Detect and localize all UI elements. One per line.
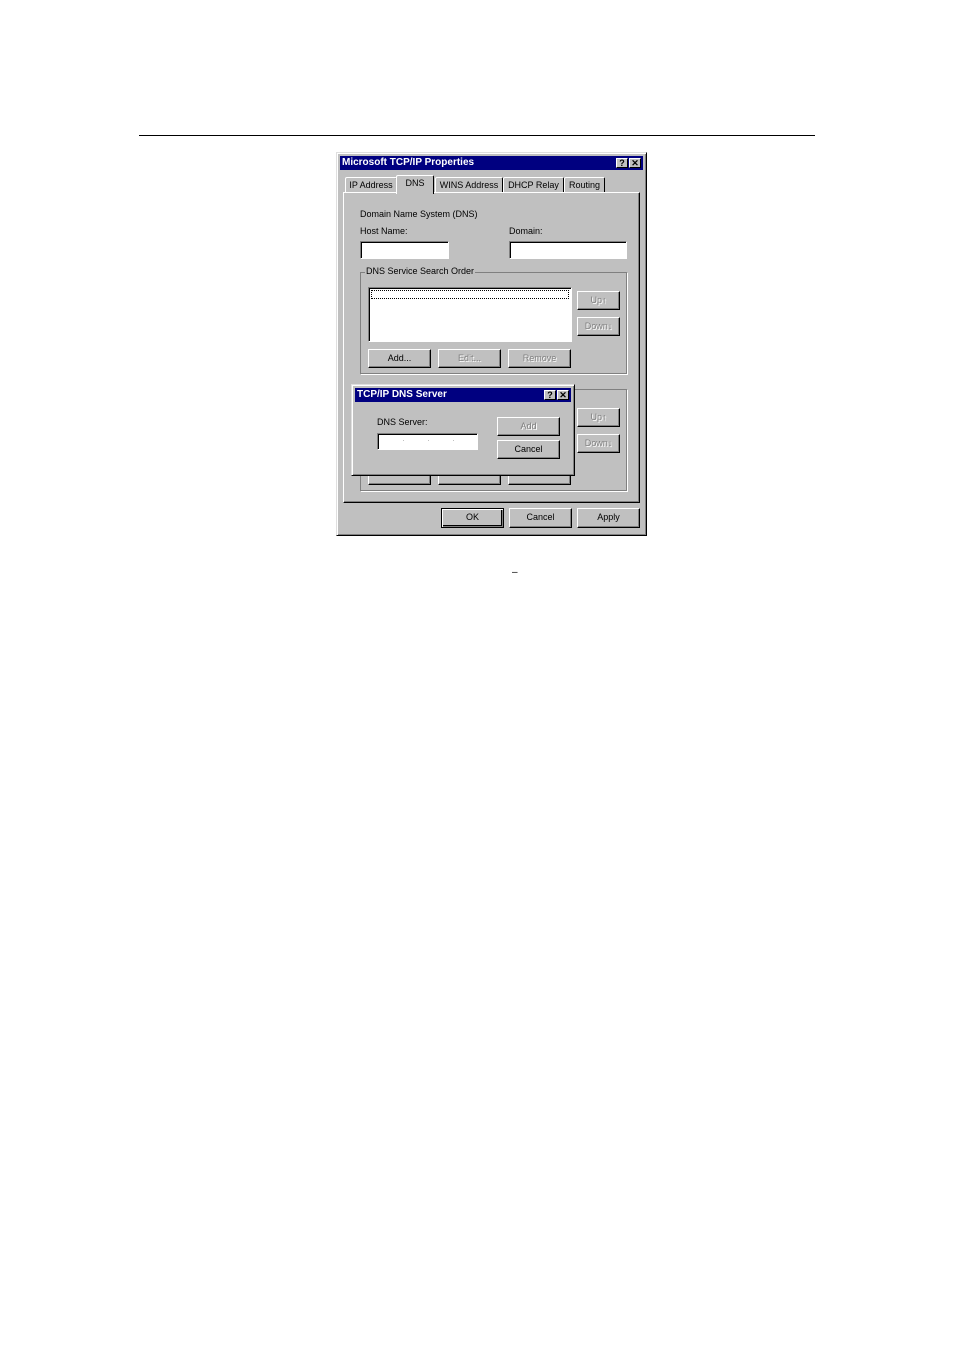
up-button[interactable]: Up↑: [577, 291, 620, 310]
tcpip-properties-dialog: Microsoft TCP/IP Properties ? ✕ IP Addre…: [336, 152, 647, 536]
dns-server-dialog: TCP/IP DNS Server ? ✕ DNS Server: Add Ca…: [351, 384, 575, 476]
host-name-input[interactable]: [360, 241, 449, 259]
tab-dhcp-relay[interactable]: DHCP Relay: [503, 177, 564, 193]
host-name-label: Host Name:: [360, 226, 408, 236]
ip-dot-2: [428, 440, 429, 441]
cancel-button[interactable]: Cancel: [509, 508, 572, 528]
dns-group-label: DNS Service Search Order: [365, 266, 476, 277]
section-label: Domain Name System (DNS): [360, 209, 478, 219]
dns-add-button[interactable]: Add: [497, 417, 560, 436]
dns-search-order-group: DNS Service Search Order Up↑ Down↓ Add..…: [360, 266, 627, 374]
tab-ip-address[interactable]: IP Address: [345, 177, 397, 193]
suffix-up-button[interactable]: Up↑: [577, 408, 620, 427]
dns-server-ip-input[interactable]: [377, 433, 478, 450]
domain-input[interactable]: [509, 241, 627, 259]
caption-mark: –: [512, 567, 518, 578]
edit-button[interactable]: Edit...: [438, 349, 501, 368]
close-icon[interactable]: ✕: [629, 158, 641, 168]
page-header-rule: [139, 135, 815, 136]
dns-server-dialog-title: TCP/IP DNS Server: [357, 389, 447, 400]
title-bar[interactable]: Microsoft TCP/IP Properties ? ✕: [340, 156, 643, 170]
down-button[interactable]: Down↓: [577, 317, 620, 336]
tab-wins-address[interactable]: WINS Address: [435, 177, 503, 193]
dns-server-label: DNS Server:: [377, 417, 428, 427]
ok-button[interactable]: OK: [441, 508, 504, 528]
remove-button[interactable]: Remove: [508, 349, 571, 368]
ip-dot-3: [453, 440, 454, 441]
ip-dot-1: [403, 440, 404, 441]
dns-close-icon[interactable]: ✕: [557, 390, 569, 400]
help-icon[interactable]: ?: [616, 158, 628, 168]
add-button[interactable]: Add...: [368, 349, 431, 368]
domain-label: Domain:: [509, 226, 543, 236]
dns-help-icon[interactable]: ?: [544, 390, 556, 400]
dialog-title: Microsoft TCP/IP Properties: [342, 157, 475, 168]
apply-button[interactable]: Apply: [577, 508, 640, 528]
dns-cancel-button[interactable]: Cancel: [497, 440, 560, 459]
tab-dns[interactable]: DNS: [396, 175, 434, 194]
dns-server-title-bar[interactable]: TCP/IP DNS Server ? ✕: [355, 388, 571, 402]
list-focus-row: [371, 290, 569, 299]
tab-routing[interactable]: Routing: [564, 177, 605, 193]
suffix-down-button[interactable]: Down↓: [577, 434, 620, 453]
dns-server-list[interactable]: [368, 287, 572, 342]
